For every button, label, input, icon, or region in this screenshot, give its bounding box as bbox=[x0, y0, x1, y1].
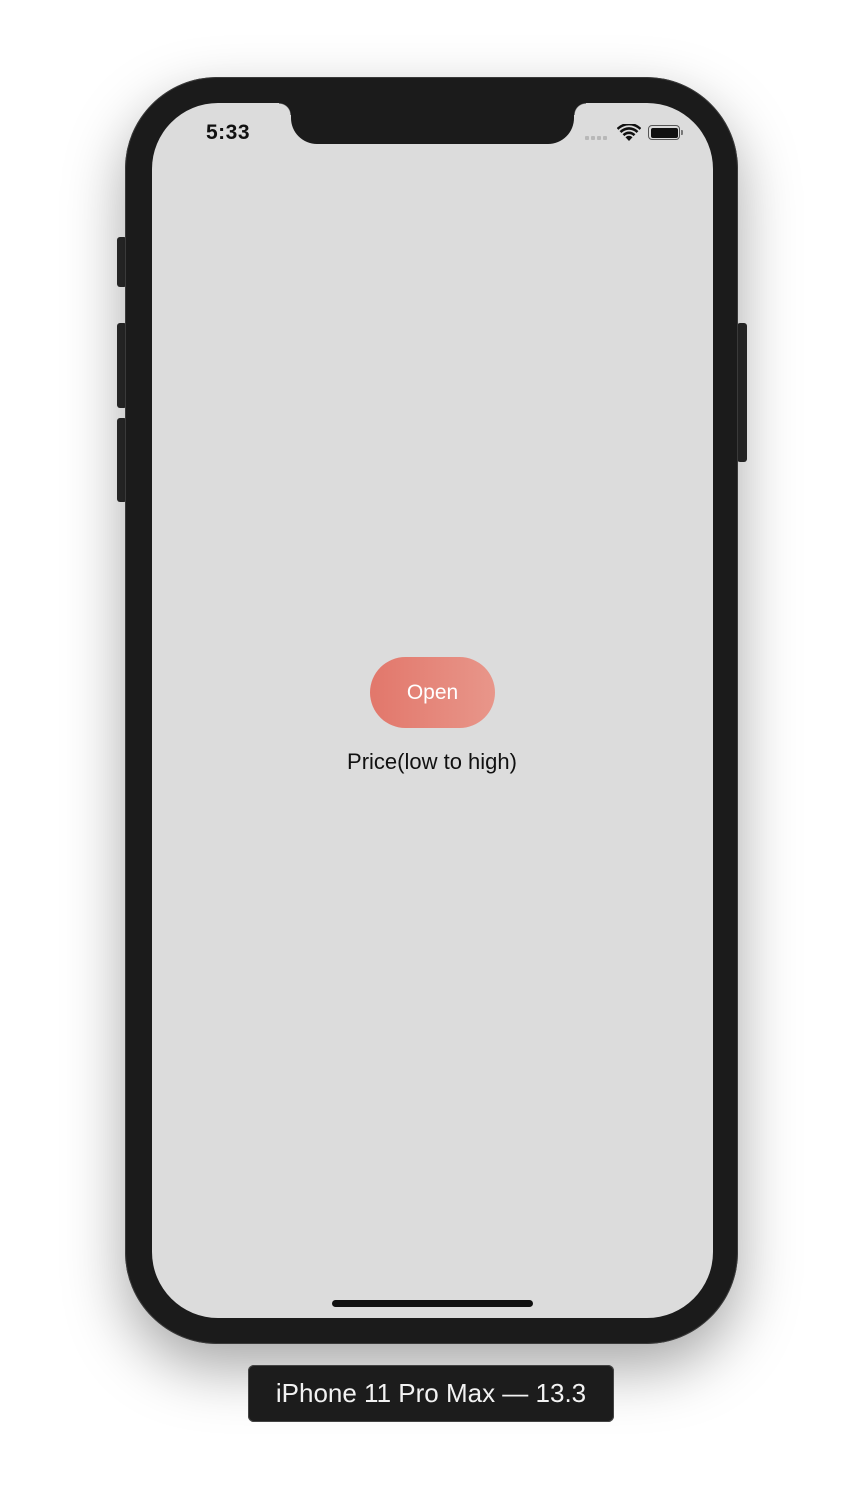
wifi-icon bbox=[617, 124, 641, 141]
cellular-signal-icon bbox=[585, 136, 607, 140]
status-time: 5:33 bbox=[206, 121, 251, 144]
simulator-device-label: iPhone 11 Pro Max — 13.3 bbox=[248, 1365, 614, 1422]
simulator-stage: 5:33 Open Price(low to high) iPhone 11 P… bbox=[0, 0, 864, 1494]
notch bbox=[279, 103, 586, 144]
power-button bbox=[737, 323, 747, 462]
battery-cap bbox=[681, 130, 683, 135]
battery-fill bbox=[650, 127, 678, 138]
home-indicator[interactable] bbox=[332, 1300, 533, 1307]
sort-order-label: Price(low to high) bbox=[347, 749, 517, 774]
battery-icon bbox=[648, 125, 680, 140]
open-button[interactable]: Open bbox=[370, 657, 495, 728]
